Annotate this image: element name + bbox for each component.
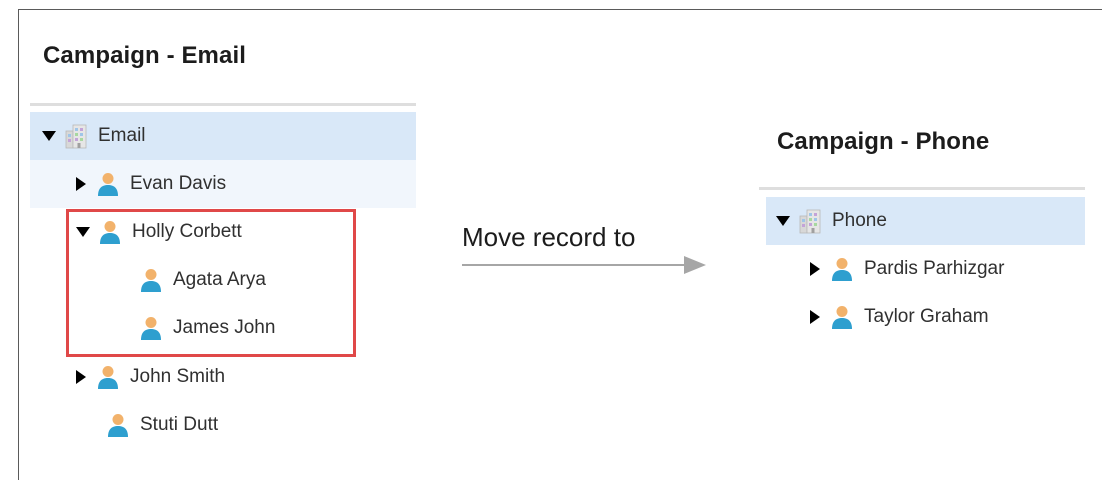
building-icon: [798, 208, 822, 234]
selection-highlight-box: [66, 209, 356, 357]
tree-node-label: Pardis Parhizgar: [864, 258, 1005, 279]
tree-node-phone-root[interactable]: Phone: [766, 197, 1085, 245]
arrow-right-icon: [462, 256, 706, 274]
email-panel-divider: [30, 103, 416, 106]
tree-node-john-smith[interactable]: John Smith: [30, 353, 360, 401]
person-icon: [830, 304, 854, 330]
tree-node-label: Taylor Graham: [864, 306, 989, 327]
phone-panel-title: Campaign - Phone: [777, 128, 990, 155]
tree-node-taylor-graham[interactable]: Taylor Graham: [766, 293, 1085, 341]
person-icon: [830, 256, 854, 282]
move-record-label: Move record to: [462, 222, 636, 252]
tree-node-label: Phone: [832, 210, 887, 231]
collapse-triangle-icon[interactable]: [776, 216, 790, 226]
expand-triangle-icon[interactable]: [76, 177, 86, 191]
person-icon: [106, 412, 130, 438]
tree-node-label: Stuti Dutt: [140, 414, 219, 435]
collapse-triangle-icon[interactable]: [42, 131, 56, 141]
phone-panel-divider: [759, 187, 1085, 190]
expand-triangle-icon[interactable]: [810, 262, 820, 276]
expand-triangle-icon[interactable]: [810, 310, 820, 324]
tree-node-label: Evan Davis: [130, 173, 227, 194]
email-panel-title: Campaign - Email: [43, 42, 246, 69]
tree-node-label: Email: [98, 125, 146, 146]
person-icon: [96, 171, 120, 197]
person-icon: [96, 364, 120, 390]
tree-node-stuti-dutt[interactable]: Stuti Dutt: [30, 401, 360, 449]
tree-node-evan-davis[interactable]: Evan Davis: [30, 160, 416, 208]
tree-node-email-root[interactable]: Email: [30, 112, 416, 160]
tree-node-label: John Smith: [130, 366, 226, 387]
tree-node-pardis-parhizgar[interactable]: Pardis Parhizgar: [766, 245, 1085, 293]
building-icon: [64, 123, 88, 149]
expand-triangle-icon[interactable]: [76, 370, 86, 384]
